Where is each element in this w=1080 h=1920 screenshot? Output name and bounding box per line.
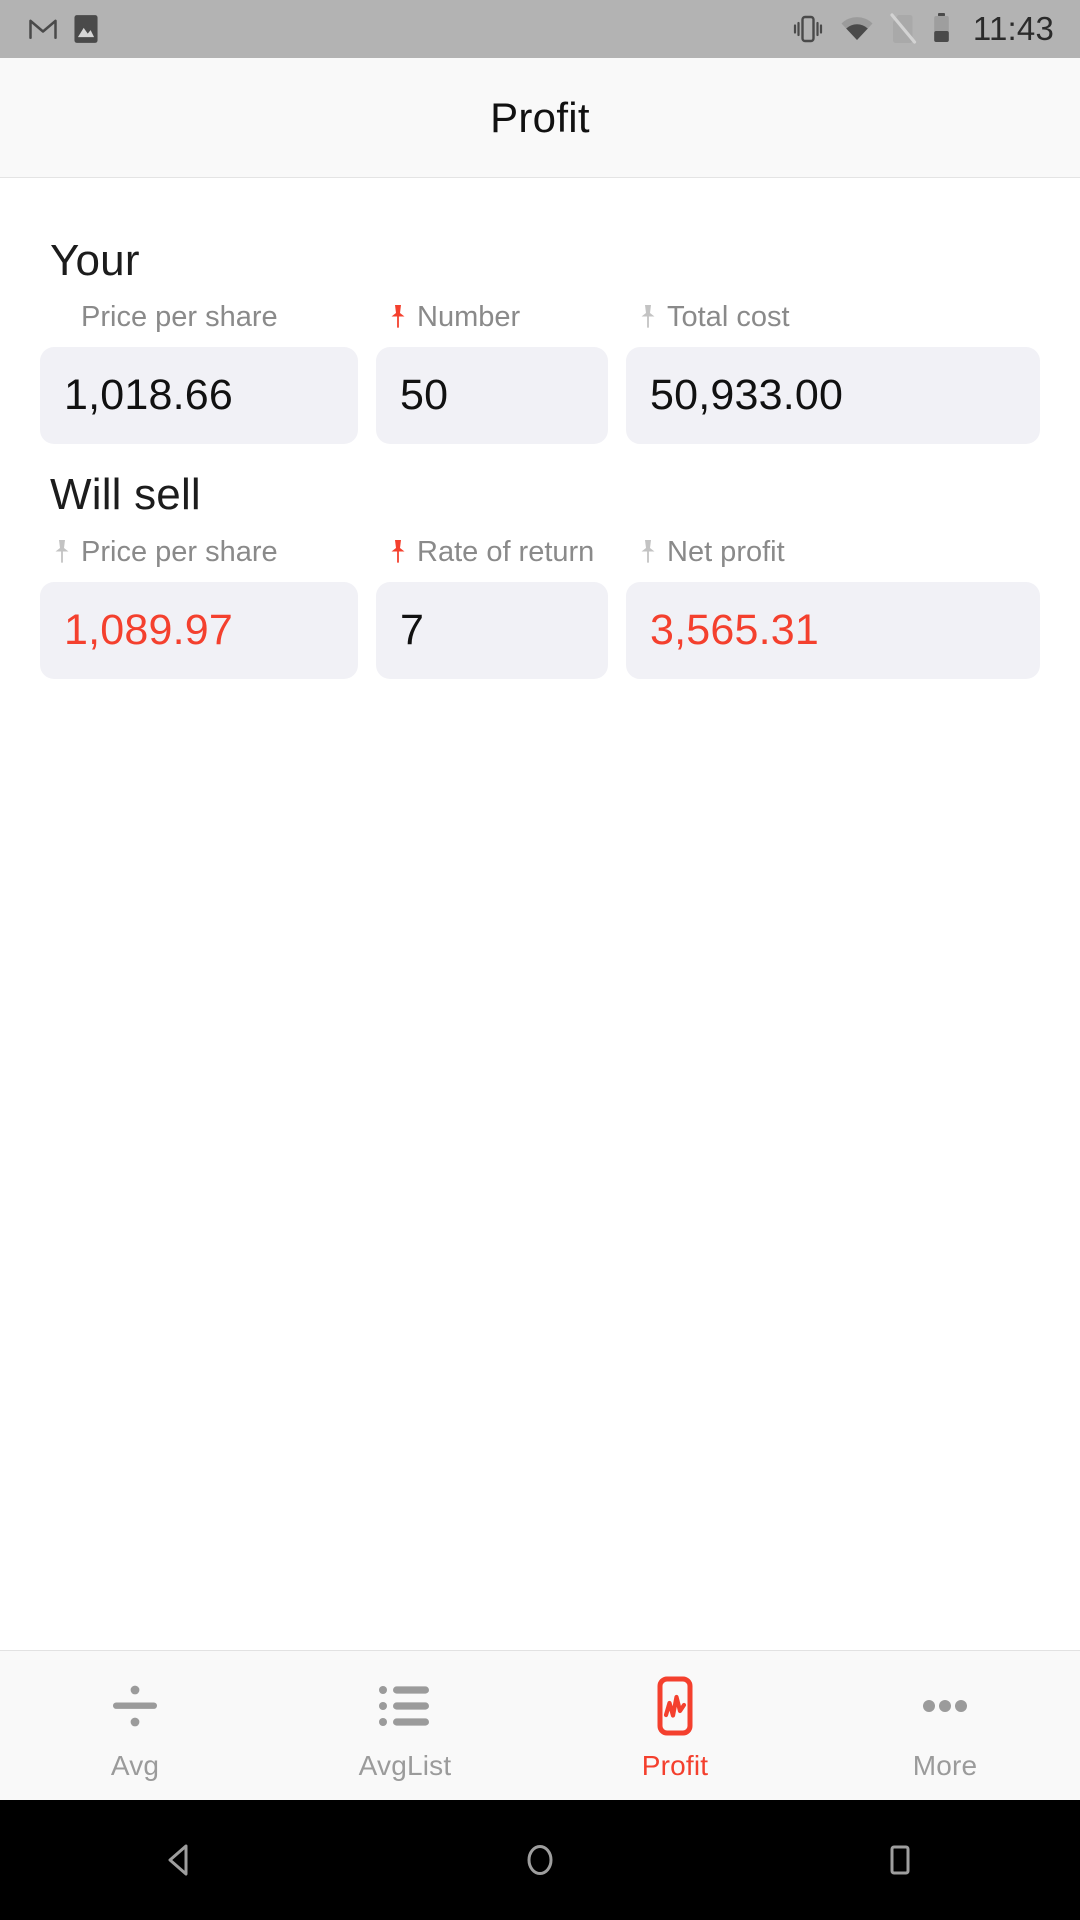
field-your-price-per-share: Price per share 1,018.66 [40,299,358,445]
field-value: 1,089.97 [64,605,233,654]
back-button[interactable] [0,1838,360,1882]
status-bar-clock: 11:43 [972,10,1054,47]
status-bar-system-icons: 11:43 [791,10,1054,48]
back-icon [158,1838,202,1882]
vibrate-icon [791,12,825,46]
field-label-your-number: Number [376,299,608,339]
field-label-text: Total cost [667,301,790,334]
section-title-will-sell: Will sell [50,470,201,520]
section-title-your: Your [50,236,140,285]
field-label-sell-net-profit: Net profit [626,534,1040,574]
will-sell-field-row: Price per share 1,089.97 Rate of return [40,534,1040,679]
gmail-icon [28,14,58,44]
pin-icon[interactable] [638,303,658,331]
home-button[interactable] [360,1838,720,1882]
phone-screen: 11:43 Profit Your Price per share 1,018.… [0,0,1080,1920]
input-your-total-cost[interactable]: 50,933.00 [626,347,1040,445]
input-sell-price-per-share[interactable]: 1,089.97 [40,581,358,679]
tab-more[interactable]: More [810,1651,1080,1800]
field-sell-price-per-share: Price per share 1,089.97 [40,534,358,679]
field-sell-rate-of-return: Rate of return 7 [376,534,608,679]
home-icon [518,1838,562,1882]
pin-icon[interactable] [638,538,658,566]
input-sell-rate-of-return[interactable]: 7 [376,581,608,679]
field-your-number: Number 50 [376,299,608,445]
field-value: 1,018.66 [64,371,233,420]
pin-icon[interactable] [388,303,408,331]
field-value: 3,565.31 [650,605,819,654]
field-label-text: Net profit [667,535,785,568]
no-sim-icon [889,13,917,45]
tab-avglist[interactable]: AvgList [270,1651,540,1800]
recents-button[interactable] [720,1838,1080,1882]
field-label-text: Price per share [81,535,278,568]
field-label-your-price-per-share: Price per share [40,299,358,339]
field-sell-net-profit: Net profit 3,565.31 [626,534,1040,679]
tab-label: AvgList [358,1749,452,1781]
field-value: 50,933.00 [650,371,844,420]
page-title: Profit [490,93,590,141]
tab-label: More [912,1749,978,1781]
bottom-tab-bar: Avg AvgList Profit More [0,1650,1080,1800]
divide-icon [104,1676,166,1736]
tab-label: Profit [641,1749,709,1781]
pin-icon[interactable] [52,538,72,566]
android-nav-bar [0,1800,1080,1920]
field-label-text: Price per share [81,301,278,334]
field-label-text: Rate of return [417,535,595,568]
chart-box-icon [644,1676,706,1736]
battery-icon [932,12,951,46]
your-field-row: Price per share 1,018.66 Number 50 Total… [40,299,1040,445]
field-label-text: Number [417,301,521,334]
field-label-sell-price-per-share: Price per share [40,534,358,574]
tab-label: Avg [110,1749,160,1781]
app-bar: Profit [0,58,1080,178]
input-your-price-per-share[interactable]: 1,018.66 [40,347,358,445]
field-your-total-cost: Total cost 50,933.00 [626,299,1040,445]
tab-profit[interactable]: Profit [540,1651,810,1800]
pin-icon[interactable] [388,538,408,566]
field-value: 7 [400,605,425,654]
ellipsis-icon [914,1676,976,1736]
tab-avg[interactable]: Avg [0,1651,270,1800]
main-content: Your Price per share 1,018.66 Number 50 … [0,178,1080,1650]
list-icon [374,1676,436,1736]
field-label-sell-rate-of-return: Rate of return [376,534,608,574]
field-value: 50 [400,371,449,420]
gallery-icon [72,14,100,44]
input-your-number[interactable]: 50 [376,347,608,445]
input-sell-net-profit[interactable]: 3,565.31 [626,581,1040,679]
field-label-your-total-cost: Total cost [626,299,1040,339]
status-bar: 11:43 [0,0,1080,58]
wifi-icon [840,15,874,43]
recents-icon [878,1838,922,1882]
status-bar-notifications [28,14,100,44]
